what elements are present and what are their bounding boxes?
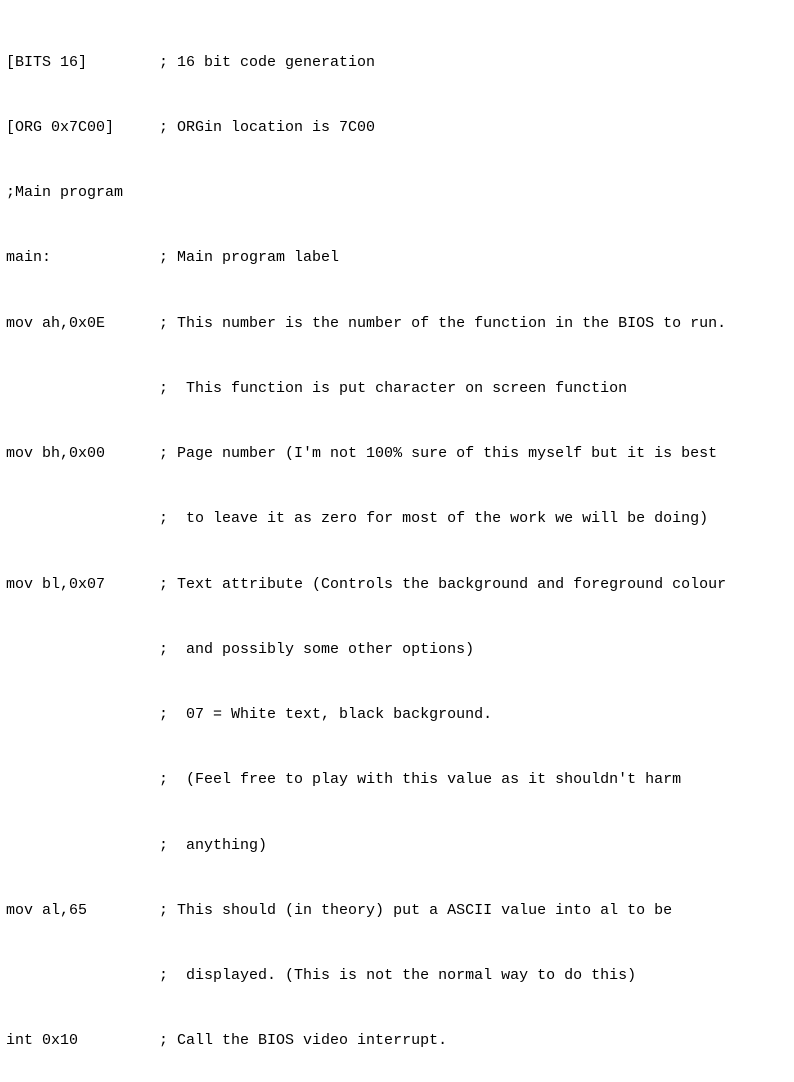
- code-line-1: [BITS 16] ; 16 bit code generation: [6, 52, 788, 74]
- code-line-9: mov bl,0x07 ; Text attribute (Controls t…: [6, 574, 788, 596]
- code-line-6: ; This function is put character on scre…: [6, 378, 788, 400]
- code-line-8: ; to leave it as zero for most of the wo…: [6, 508, 788, 530]
- code-line-2: [ORG 0x7C00] ; ORGin location is 7C00: [6, 117, 788, 139]
- code-display: [BITS 16] ; 16 bit code generation [ORG …: [6, 8, 788, 1074]
- code-line-16: int 0x10 ; Call the BIOS video interrupt…: [6, 1030, 788, 1052]
- code-line-15: ; displayed. (This is not the normal way…: [6, 965, 788, 987]
- code-line-7: mov bh,0x00 ; Page number (I'm not 100% …: [6, 443, 788, 465]
- code-line-14: mov al,65 ; This should (in theory) put …: [6, 900, 788, 922]
- code-line-12: ; (Feel free to play with this value as …: [6, 769, 788, 791]
- code-line-10: ; and possibly some other options): [6, 639, 788, 661]
- code-line-3: ;Main program: [6, 182, 788, 204]
- code-line-4: main: ; Main program label: [6, 247, 788, 269]
- code-line-5: mov ah,0x0E ; This number is the number …: [6, 313, 788, 335]
- code-line-11: ; 07 = White text, black background.: [6, 704, 788, 726]
- code-line-13: ; anything): [6, 835, 788, 857]
